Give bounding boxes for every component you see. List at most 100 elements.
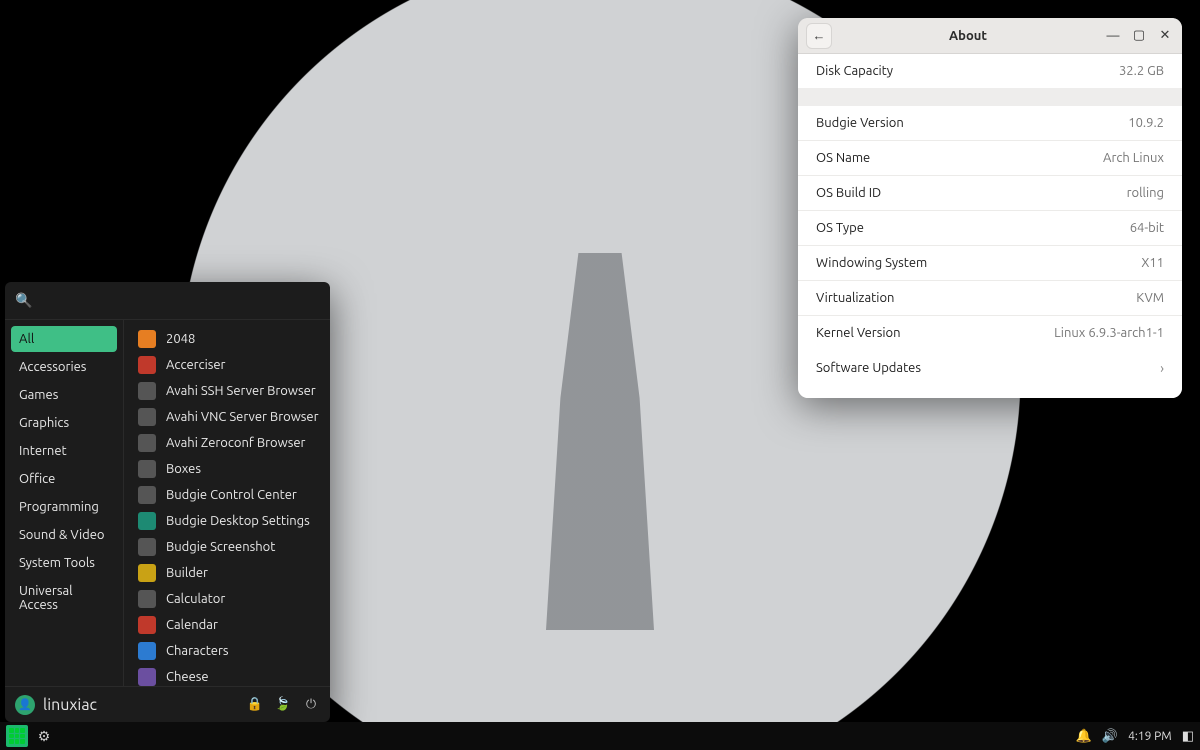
user-icon: 👤	[18, 698, 32, 711]
app-item[interactable]: Boxes	[132, 456, 326, 482]
minimize-icon: —	[1107, 29, 1120, 43]
notifications-button[interactable]: 🔔	[1076, 729, 1092, 744]
category-item[interactable]: Graphics	[11, 410, 117, 436]
app-item[interactable]: Avahi SSH Server Browser	[132, 378, 326, 404]
app-item[interactable]: 2048	[132, 326, 326, 352]
leaf-icon: 🍃	[275, 697, 291, 712]
window-title: About	[949, 29, 987, 43]
suspend-button[interactable]: 🍃	[274, 696, 292, 714]
app-list[interactable]: 2048 Accerciser Avahi SSH Server Browser Av…	[123, 320, 330, 686]
section-gap	[798, 88, 1182, 106]
gear-icon: ⚙	[38, 728, 51, 745]
app-icon	[138, 330, 156, 348]
app-item[interactable]: Characters	[132, 638, 326, 664]
app-icon	[138, 356, 156, 374]
username-label: linuxiac	[43, 696, 97, 714]
about-window: ← About — ▢ ✕ Disk Capacity 32.2 GB Budg…	[798, 18, 1182, 398]
app-icon	[138, 590, 156, 608]
avatar[interactable]: 👤	[15, 695, 35, 715]
sidebar-toggle-button[interactable]: ◧	[1182, 729, 1194, 744]
maximize-button[interactable]: ▢	[1130, 27, 1148, 45]
panel-icon: ◧	[1182, 729, 1194, 743]
about-row-value: 32.2 GB	[1119, 64, 1164, 78]
about-link-label: Software Updates	[816, 361, 921, 375]
menu-footer: 👤 linuxiac 🔒 🍃 ⏻	[5, 686, 330, 722]
app-icon	[138, 486, 156, 504]
app-item-label: Accerciser	[166, 358, 226, 372]
app-item[interactable]: Builder	[132, 560, 326, 586]
lock-button[interactable]: 🔒	[246, 696, 264, 714]
arrow-left-icon: ←	[813, 28, 826, 43]
app-item-label: Avahi VNC Server Browser	[166, 410, 319, 424]
about-body: Disk Capacity 32.2 GB Budgie Version10.9…	[798, 54, 1182, 398]
app-item[interactable]: Avahi Zeroconf Browser	[132, 430, 326, 456]
app-item[interactable]: Cheese	[132, 664, 326, 686]
back-button[interactable]: ←	[806, 23, 832, 49]
app-icon	[138, 512, 156, 530]
search-input[interactable]	[40, 294, 320, 308]
maximize-icon: ▢	[1133, 28, 1145, 43]
about-row-label: Budgie Version	[816, 116, 904, 130]
app-icon	[138, 434, 156, 452]
software-updates-link[interactable]: Software Updates ›	[798, 350, 1182, 386]
about-row-value: Linux 6.9.3-arch1-1	[1054, 326, 1164, 340]
app-launcher-button[interactable]	[6, 725, 28, 747]
about-row-value: 64-bit	[1130, 221, 1164, 235]
category-item[interactable]: All	[11, 326, 117, 352]
system-tray: 🔔 🔊 4:19 PM ◧	[1076, 729, 1194, 744]
app-icon	[138, 382, 156, 400]
app-item[interactable]: Calculator	[132, 586, 326, 612]
category-item[interactable]: Universal Access	[11, 578, 117, 618]
app-icon	[138, 538, 156, 556]
category-item[interactable]: Sound & Video	[11, 522, 117, 548]
app-item-label: Cheese	[166, 670, 209, 684]
app-item-label: Builder	[166, 566, 208, 580]
chevron-right-icon: ›	[1160, 360, 1164, 376]
app-item-label: Calendar	[166, 618, 218, 632]
app-icon	[138, 668, 156, 686]
close-button[interactable]: ✕	[1156, 27, 1174, 45]
app-icon	[138, 460, 156, 478]
app-item[interactable]: Avahi VNC Server Browser	[132, 404, 326, 430]
about-row-value: X11	[1141, 256, 1164, 270]
app-item[interactable]: Calendar	[132, 612, 326, 638]
about-row-label: OS Build ID	[816, 186, 881, 200]
category-item[interactable]: Office	[11, 466, 117, 492]
app-item[interactable]: Budgie Screenshot	[132, 534, 326, 560]
about-row-value: KVM	[1136, 291, 1164, 305]
power-button[interactable]: ⏻	[302, 696, 320, 714]
app-item-label: Calculator	[166, 592, 225, 606]
lock-icon: 🔒	[247, 697, 263, 712]
app-item-label: Characters	[166, 644, 229, 658]
category-item[interactable]: System Tools	[11, 550, 117, 576]
menu-search-row: 🔍	[5, 282, 330, 320]
app-item-label: 2048	[166, 332, 195, 346]
volume-button[interactable]: 🔊	[1102, 729, 1118, 744]
about-titlebar[interactable]: ← About — ▢ ✕	[798, 18, 1182, 54]
category-item[interactable]: Internet	[11, 438, 117, 464]
settings-button[interactable]: ⚙	[34, 726, 54, 746]
about-row-value: 10.9.2	[1128, 116, 1164, 130]
about-row: VirtualizationKVM	[798, 280, 1182, 315]
about-row: Budgie Version 10.9.2	[798, 106, 1182, 140]
about-row: OS Build IDrolling	[798, 175, 1182, 210]
close-icon: ✕	[1160, 28, 1171, 43]
about-row: Windowing System X11	[798, 245, 1182, 280]
app-icon	[138, 408, 156, 426]
category-item[interactable]: Games	[11, 382, 117, 408]
clock[interactable]: 4:19 PM	[1128, 730, 1172, 743]
category-item[interactable]: Accessories	[11, 354, 117, 380]
category-item[interactable]: Programming	[11, 494, 117, 520]
category-list[interactable]: AllAccessoriesGamesGraphicsInternetOffic…	[5, 320, 123, 686]
wallpaper-decoration	[510, 50, 690, 630]
app-item[interactable]: Budgie Control Center	[132, 482, 326, 508]
about-row-label: OS Type	[816, 221, 864, 235]
app-item-label: Budgie Screenshot	[166, 540, 275, 554]
about-row-label: Windowing System	[816, 256, 927, 270]
about-row-label: OS Name	[816, 151, 870, 165]
app-item[interactable]: Budgie Desktop Settings	[132, 508, 326, 534]
minimize-button[interactable]: —	[1104, 27, 1122, 45]
search-icon: 🔍	[15, 292, 32, 309]
app-item[interactable]: Accerciser	[132, 352, 326, 378]
app-icon	[138, 616, 156, 634]
